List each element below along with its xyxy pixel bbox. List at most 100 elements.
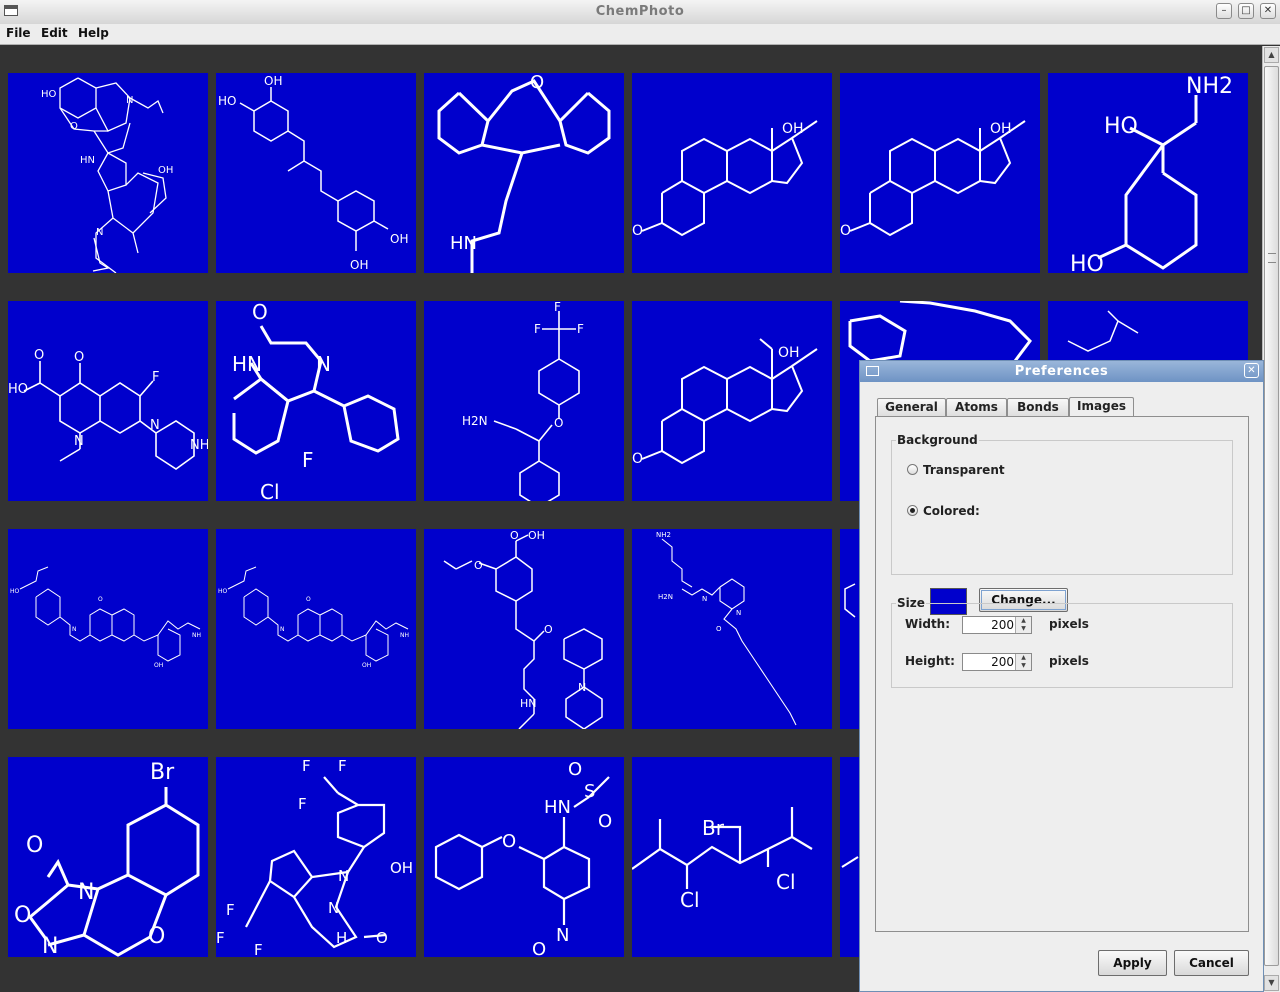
colored-radio[interactable] xyxy=(907,505,918,516)
cancel-button[interactable]: Cancel xyxy=(1174,950,1249,976)
molecule-structure: O S O HN O N O xyxy=(434,759,612,957)
molecule-tile[interactable]: OH O xyxy=(840,73,1040,273)
maximize-icon[interactable]: □ xyxy=(1238,3,1254,19)
svg-text:NH: NH xyxy=(400,632,409,639)
molecule-tile[interactable]: NH2 H2N N O N xyxy=(632,529,832,729)
colored-label[interactable]: Colored: xyxy=(923,504,980,518)
dialog-title-bar[interactable]: Preferences ✕ xyxy=(860,361,1263,382)
molecule-structure: NH2 HO HO xyxy=(1070,74,1233,273)
scroll-up-icon[interactable]: ▲ xyxy=(1264,47,1279,63)
height-unit: pixels xyxy=(1049,654,1089,668)
molecule-tile[interactable]: HO O N HN OH N xyxy=(8,73,208,273)
molecule-tile[interactable]: Br Cl Cl xyxy=(632,757,832,957)
atom-label: F xyxy=(254,941,263,957)
width-value[interactable]: 200 xyxy=(991,618,1014,632)
height-spinner[interactable]: 200 ▲ ▼ xyxy=(962,653,1032,671)
height-value[interactable]: 200 xyxy=(991,655,1014,669)
atom-label: F xyxy=(577,322,584,336)
atom-label: H2N xyxy=(658,593,673,601)
molecule-tile[interactable]: F F F O H2N xyxy=(424,301,624,501)
vertical-scrollbar[interactable]: ▲ ▼ xyxy=(1262,46,1280,992)
molecule-tile[interactable]: O OH O O HN N xyxy=(424,529,624,729)
spinner-down-icon[interactable]: ▼ xyxy=(1016,625,1031,633)
minimize-icon[interactable]: – xyxy=(1216,3,1232,19)
molecule-structure: OH O xyxy=(632,120,818,239)
atom-label: O xyxy=(544,623,553,636)
svg-text:HO: HO xyxy=(10,588,20,595)
molecule-tile[interactable]: O HN N F Cl xyxy=(216,301,416,501)
atom-label: O xyxy=(554,416,563,430)
atom-label: N xyxy=(702,595,707,603)
atom-label: HO xyxy=(1070,252,1104,273)
molecule-tile[interactable]: O HN xyxy=(424,73,624,273)
scroll-thumb[interactable] xyxy=(1264,66,1279,966)
spinner-up-icon[interactable]: ▲ xyxy=(1016,617,1031,625)
molecule-tile[interactable]: HO O N NH OH xyxy=(216,529,416,729)
molecule-structure: F F F N OH O N H F F F xyxy=(216,757,413,957)
atom-label: O xyxy=(598,811,612,832)
svg-text:O: O xyxy=(98,596,103,603)
atom-label: O xyxy=(26,833,43,858)
atom-label: N xyxy=(338,867,349,885)
molecule-tile[interactable]: OH HO OH OH xyxy=(216,73,416,273)
molecule-tile[interactable]: NH2 HO HO xyxy=(1048,73,1248,273)
atom-label: HN xyxy=(450,233,477,254)
molecule-tile[interactable]: HO O O F N N NH xyxy=(8,301,208,501)
atom-label: N xyxy=(328,899,339,917)
svg-text:N: N xyxy=(72,626,77,633)
menu-file[interactable]: File xyxy=(6,26,31,40)
molecule-structure: OH HO OH OH xyxy=(218,74,408,272)
close-icon[interactable]: ✕ xyxy=(1244,363,1259,378)
window-title: ChemPhoto xyxy=(595,4,685,19)
atom-label: F xyxy=(226,901,235,919)
atom-label: O xyxy=(376,929,388,947)
atom-label: OH xyxy=(264,74,282,88)
molecule-tile[interactable]: OH O xyxy=(632,73,832,273)
molecule-structure: OH O xyxy=(840,120,1026,239)
atom-label: O xyxy=(74,350,84,365)
spinner-down-icon[interactable]: ▼ xyxy=(1016,662,1031,670)
atom-label: O xyxy=(148,924,165,949)
atom-label: OH xyxy=(990,121,1012,137)
molecule-tile[interactable]: Br O N O N O xyxy=(8,757,208,957)
molecule-tile[interactable]: F F F N OH O N H F F F xyxy=(216,757,416,957)
atom-label: OH xyxy=(390,859,413,877)
transparent-label[interactable]: Transparent xyxy=(923,463,1005,477)
atom-label: H2N xyxy=(462,414,488,428)
atom-label: F xyxy=(554,301,561,314)
tab-atoms[interactable]: Atoms xyxy=(946,398,1007,416)
menu-help[interactable]: Help xyxy=(78,26,109,40)
molecule-structure: NH2 H2N N O N xyxy=(656,531,797,726)
width-label: Width: xyxy=(905,617,951,631)
tab-bonds[interactable]: Bonds xyxy=(1007,398,1069,416)
atom-label: OH xyxy=(158,165,173,176)
atom-label: O xyxy=(70,121,78,132)
height-label: Height: xyxy=(905,654,955,668)
spinner-up-icon[interactable]: ▲ xyxy=(1016,654,1031,662)
menu-edit[interactable]: Edit xyxy=(41,26,68,40)
close-icon[interactable]: ✕ xyxy=(1260,3,1276,19)
tab-general[interactable]: General xyxy=(877,398,946,416)
atom-label: N xyxy=(316,352,331,376)
svg-text:O: O xyxy=(306,596,311,603)
atom-label: O xyxy=(474,559,483,572)
molecule-tile[interactable]: O S O HN O N O xyxy=(424,757,624,957)
molecule-tile[interactable]: HO O N NH OH xyxy=(8,529,208,729)
tab-images[interactable]: Images xyxy=(1069,397,1134,417)
molecule-structure: HO O O F N N NH xyxy=(8,348,208,470)
apply-button[interactable]: Apply xyxy=(1098,950,1167,976)
atom-label: OH xyxy=(782,121,804,137)
atom-label: F xyxy=(302,448,314,472)
scroll-down-icon[interactable]: ▼ xyxy=(1264,975,1279,991)
atom-label: N xyxy=(74,434,84,449)
atom-label: N xyxy=(96,227,103,238)
width-spinner[interactable]: 200 ▲ ▼ xyxy=(962,616,1032,634)
atom-label: OH xyxy=(528,529,545,542)
svg-text:N: N xyxy=(280,626,285,633)
atom-label: O xyxy=(530,73,544,93)
atom-label: NH xyxy=(190,438,208,453)
transparent-radio[interactable] xyxy=(907,464,918,475)
molecule-tile[interactable]: OH O xyxy=(632,301,832,501)
atom-label: HO xyxy=(1104,114,1138,139)
svg-text:HO: HO xyxy=(218,588,228,595)
